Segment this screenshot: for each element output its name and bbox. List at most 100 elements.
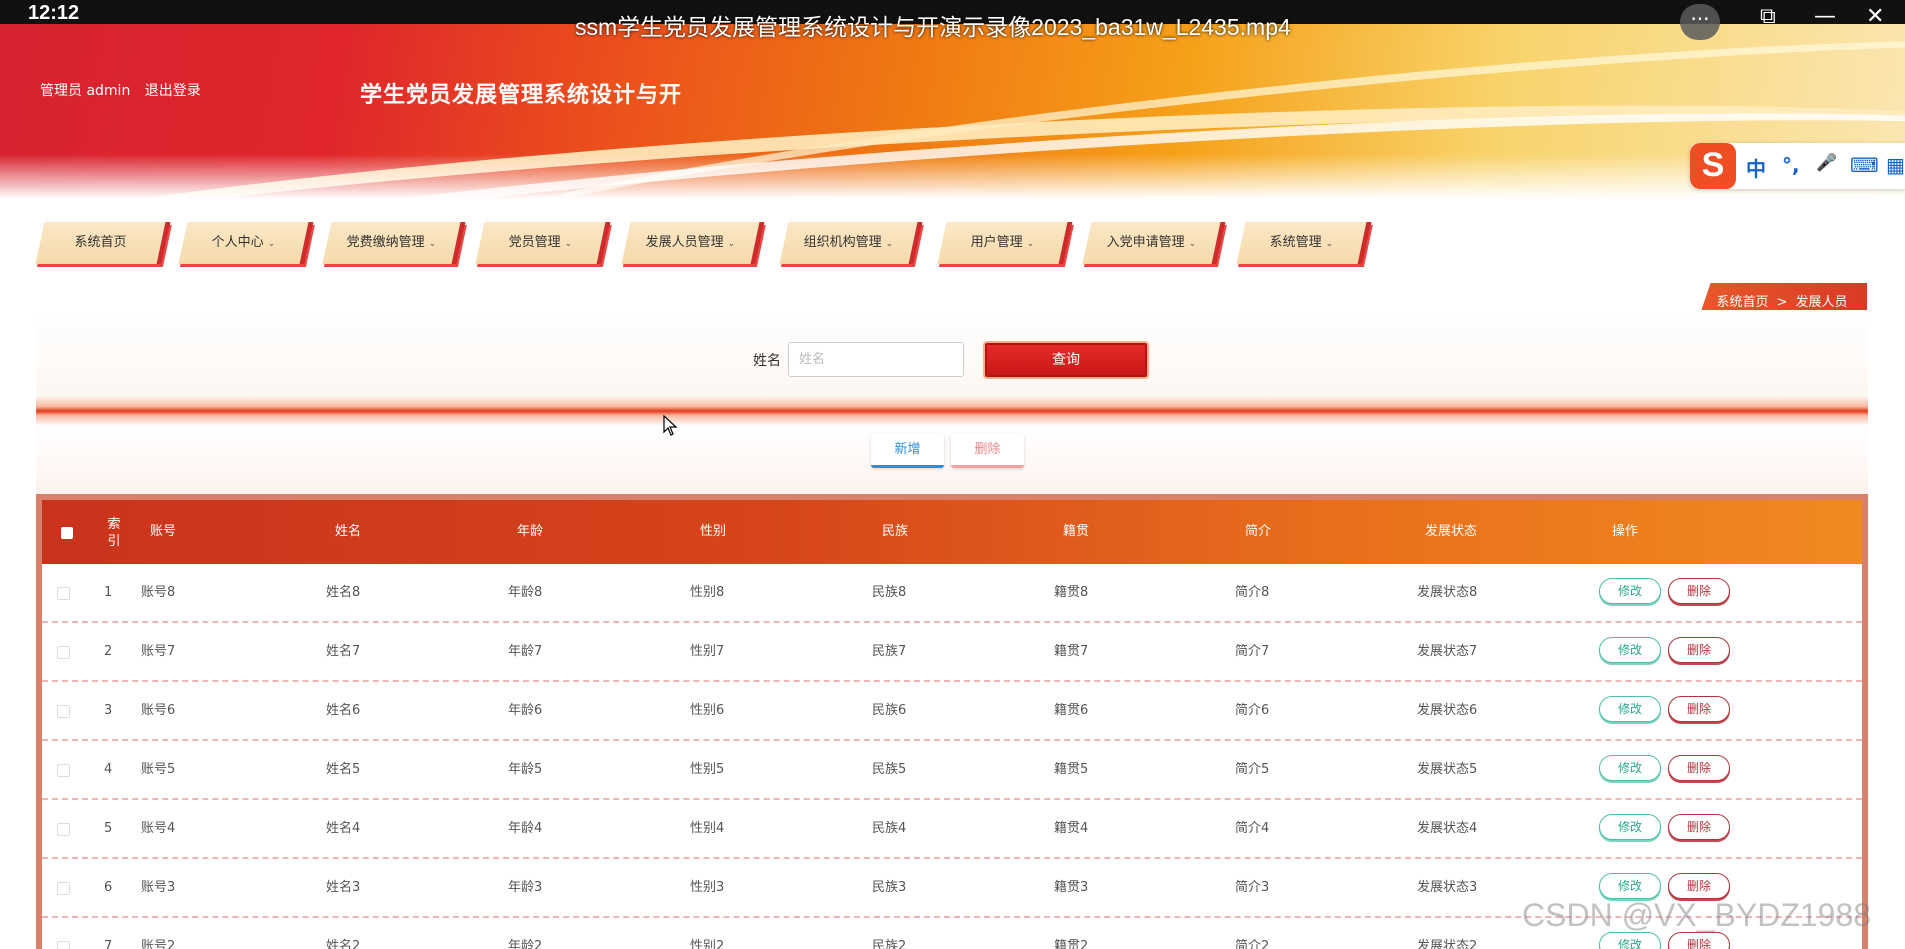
row-delete-button[interactable]: 删除 xyxy=(1668,578,1730,604)
table-row: 4 账号5 姓名5 年龄5 性别5 民族5 籍贯5 简介5 发展状态5 修改 删… xyxy=(42,741,1862,800)
minimize-icon[interactable]: — xyxy=(1814,4,1836,29)
ime-lang-toggle[interactable]: 中 xyxy=(1746,153,1766,182)
more-options-button[interactable]: ··· xyxy=(1680,4,1720,40)
cell-account: 账号4 xyxy=(141,821,176,836)
ime-punct-icon[interactable]: °, xyxy=(1782,153,1800,177)
row-delete-button[interactable]: 删除 xyxy=(1668,637,1730,663)
nav-item-development[interactable]: 发展人员管理 ⌄ xyxy=(621,222,765,264)
nav-item-organization[interactable]: 组织机构管理 ⌄ xyxy=(779,222,923,264)
chevron-down-icon: ⌄ xyxy=(267,239,276,249)
cell-name: 姓名4 xyxy=(326,821,361,836)
cell-age: 年龄2 xyxy=(508,939,543,949)
cell-index: 4 xyxy=(104,762,113,777)
nav-label: 系统管理 xyxy=(1269,235,1322,250)
cell-gender: 性别4 xyxy=(690,821,725,836)
nav-item-home[interactable]: 系统首页 xyxy=(35,222,171,264)
breadcrumb-current: 发展人员 xyxy=(1795,295,1848,310)
microphone-icon[interactable]: 🎤 xyxy=(1816,153,1837,173)
grid-icon[interactable]: ▦ xyxy=(1886,153,1905,177)
column-header-operation: 操作 xyxy=(1612,524,1639,539)
cell-ethnicity: 民族5 xyxy=(872,762,907,777)
cell-status: 发展状态7 xyxy=(1417,644,1478,659)
cell-hometown: 籍贯5 xyxy=(1054,762,1089,777)
cell-index: 3 xyxy=(104,703,113,718)
edit-button[interactable]: 修改 xyxy=(1599,932,1661,949)
cell-ethnicity: 民族4 xyxy=(872,821,907,836)
video-title: ssm学生党员发展管理系统设计与开演示录像2023_ba31w_L2435.mp… xyxy=(575,14,1291,40)
row-checkbox[interactable] xyxy=(57,587,70,600)
logout-link[interactable]: 退出登录 xyxy=(145,83,201,99)
row-delete-button[interactable]: 删除 xyxy=(1668,755,1730,781)
table-header: 索引 账号 姓名 年龄 性别 民族 籍贯 简介 发展状态 操作 xyxy=(42,500,1862,564)
admin-info: 管理员 admin 退出登录 xyxy=(40,80,211,100)
player-time: 12:12 xyxy=(28,2,80,24)
cell-age: 年龄7 xyxy=(508,644,543,659)
name-search-label: 姓名 xyxy=(753,353,781,369)
table-row: 5 账号4 姓名4 年龄4 性别4 民族4 籍贯4 简介4 发展状态4 修改 删… xyxy=(42,800,1862,859)
cell-gender: 性别5 xyxy=(690,762,725,777)
row-checkbox[interactable] xyxy=(57,705,70,718)
row-checkbox[interactable] xyxy=(57,823,70,836)
sogou-logo-icon[interactable]: S xyxy=(1690,143,1736,189)
row-delete-button[interactable]: 删除 xyxy=(1668,932,1730,949)
nav-item-users[interactable]: 用户管理 ⌄ xyxy=(937,222,1073,264)
close-icon[interactable]: ✕ xyxy=(1866,4,1884,29)
cell-intro: 简介7 xyxy=(1235,644,1270,659)
keyboard-icon[interactable]: ⌨ xyxy=(1850,153,1879,177)
cell-intro: 简介5 xyxy=(1235,762,1270,777)
select-all-checkbox[interactable] xyxy=(61,527,73,539)
nav-item-members[interactable]: 党员管理 ⌄ xyxy=(475,222,611,264)
nav-label: 发展人员管理 xyxy=(645,235,724,250)
cell-hometown: 籍贯8 xyxy=(1054,585,1089,600)
row-checkbox[interactable] xyxy=(57,941,70,949)
table-row: 1 账号8 姓名8 年龄8 性别8 民族8 籍贯8 简介8 发展状态8 修改 删… xyxy=(42,564,1862,623)
batch-delete-button[interactable]: 删除 xyxy=(951,434,1024,468)
cell-index: 1 xyxy=(104,585,113,600)
name-search-input[interactable] xyxy=(788,342,964,377)
row-delete-button[interactable]: 删除 xyxy=(1668,873,1730,899)
cell-account: 账号6 xyxy=(141,703,176,718)
chevron-down-icon: ⌄ xyxy=(1188,239,1197,249)
cell-status: 发展状态4 xyxy=(1417,821,1478,836)
cell-gender: 性别6 xyxy=(690,703,725,718)
row-checkbox[interactable] xyxy=(57,882,70,895)
cell-status: 发展状态6 xyxy=(1417,703,1478,718)
query-button[interactable]: 查询 xyxy=(983,341,1149,379)
edit-button[interactable]: 修改 xyxy=(1599,755,1661,781)
edit-button[interactable]: 修改 xyxy=(1599,578,1661,604)
cell-index: 6 xyxy=(104,880,113,895)
cell-index: 7 xyxy=(104,939,113,949)
edit-button[interactable]: 修改 xyxy=(1599,873,1661,899)
edit-button[interactable]: 修改 xyxy=(1599,696,1661,722)
edit-button[interactable]: 修改 xyxy=(1599,814,1661,840)
nav-label: 系统首页 xyxy=(74,235,127,250)
add-button[interactable]: 新增 xyxy=(871,434,944,468)
nav-item-application[interactable]: 入党申请管理 ⌄ xyxy=(1082,222,1226,264)
pip-icon[interactable]: ⧉ xyxy=(1760,4,1776,29)
cell-status: 发展状态8 xyxy=(1417,585,1478,600)
cell-name: 姓名3 xyxy=(326,880,361,895)
data-table: 索引 账号 姓名 年龄 性别 民族 籍贯 简介 发展状态 操作 1 账号8 姓名… xyxy=(36,494,1868,949)
chevron-down-icon: ⌄ xyxy=(727,239,736,249)
cell-age: 年龄6 xyxy=(508,703,543,718)
cell-name: 姓名7 xyxy=(326,644,361,659)
mouse-cursor-icon xyxy=(663,415,678,436)
column-header-gender: 性别 xyxy=(700,524,727,539)
row-checkbox[interactable] xyxy=(57,764,70,777)
row-checkbox[interactable] xyxy=(57,646,70,659)
nav-item-dues[interactable]: 党费缴纳管理 ⌄ xyxy=(322,222,466,264)
edit-button[interactable]: 修改 xyxy=(1599,637,1661,663)
cell-name: 姓名5 xyxy=(326,762,361,777)
row-delete-button[interactable]: 删除 xyxy=(1668,814,1730,840)
nav-label: 个人中心 xyxy=(211,235,264,250)
row-delete-button[interactable]: 删除 xyxy=(1668,696,1730,722)
cell-age: 年龄3 xyxy=(508,880,543,895)
column-header-intro: 简介 xyxy=(1245,524,1272,539)
cell-name: 姓名6 xyxy=(326,703,361,718)
nav-item-personal-center[interactable]: 个人中心 ⌄ xyxy=(178,222,314,264)
breadcrumb-home[interactable]: 系统首页 xyxy=(1717,295,1769,310)
ime-toolbar: S 中 °, 🎤 ⌨ ▦ xyxy=(1690,143,1905,189)
cell-gender: 性别7 xyxy=(690,644,725,659)
nav-item-system[interactable]: 系统管理 ⌄ xyxy=(1236,222,1372,264)
cell-hometown: 籍贯6 xyxy=(1054,703,1089,718)
